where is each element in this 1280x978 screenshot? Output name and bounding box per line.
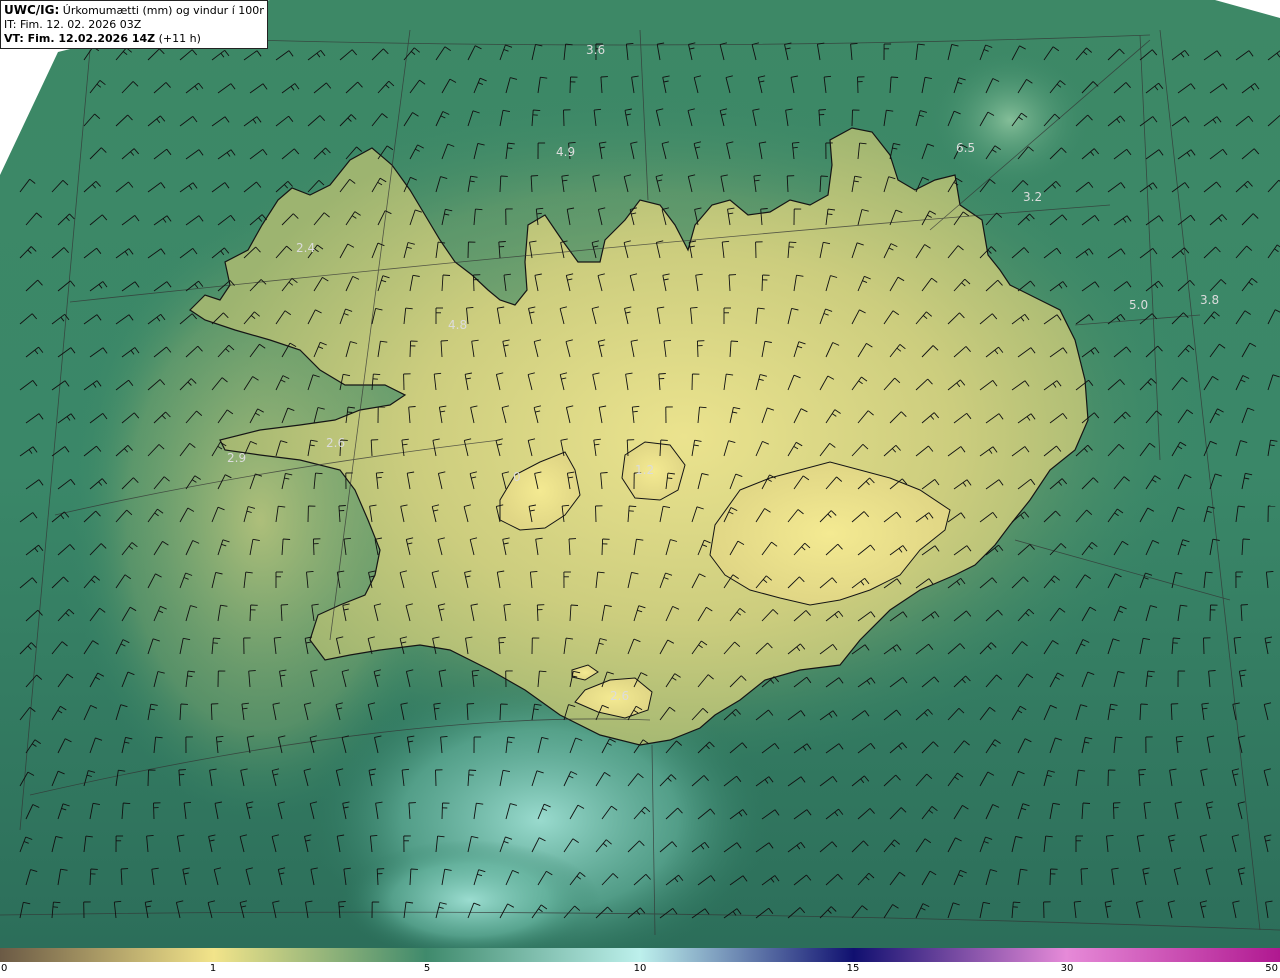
wind-barb-feather — [539, 670, 547, 673]
wind-barb — [563, 109, 565, 127]
contour-label: 2.6 — [326, 436, 345, 450]
colorbar-tick: 5 — [423, 963, 431, 974]
wind-barb-feather — [442, 274, 451, 276]
valid-time: VT: Fim. 12.02.2026 14Z — [4, 32, 156, 45]
map-title-box: UWC/IG: Úrkomumætti (mm) og vindur í 100… — [0, 0, 268, 49]
map-title: Úrkomumætti (mm) og vindur í 100m hæð — [62, 4, 264, 17]
wind-barb — [569, 76, 571, 94]
wind-barb-feather — [472, 674, 478, 677]
wind-barb-feather — [507, 741, 513, 743]
wind-barb-feather — [248, 670, 256, 672]
wind-barb-feather — [1173, 637, 1181, 640]
colorbar-tick: 0 — [1, 963, 8, 974]
model-label: UWC/IG: — [4, 3, 60, 17]
wind-barb-feather — [123, 802, 131, 805]
wind-barb-feather — [760, 208, 768, 210]
wind-barb-feather — [213, 637, 221, 640]
contour-label: 5.0 — [1129, 298, 1148, 312]
wind-barb — [1112, 802, 1115, 820]
wind-barb-feather — [789, 241, 797, 244]
wind-barb-feather — [212, 642, 218, 644]
wind-barb-feather — [315, 472, 323, 475]
contour-label: 3.6 — [586, 43, 605, 57]
wind-barb — [1049, 868, 1052, 886]
wind-barb — [601, 538, 604, 556]
wind-barb — [696, 340, 699, 358]
colorbar — [0, 948, 1280, 962]
wind-barb-feather — [187, 675, 193, 677]
wind-barb-feather — [373, 373, 381, 376]
precipitation-map: 3.6 4.9 6.5 3.2 2.4 4.8 5.0 3.8 2.9 2.6 … — [0, 0, 1280, 948]
contour-label: 4.8 — [448, 318, 467, 332]
wind-barb — [1203, 637, 1205, 655]
wind-barb-feather — [1115, 736, 1123, 739]
wind-barb-feather — [667, 477, 673, 479]
wind-barb-feather — [475, 208, 483, 211]
sea-light-north — [930, 50, 1090, 190]
colorbar-ticks: 0 1 5 10 15 30 50 — [0, 962, 1280, 978]
wind-barb — [409, 340, 412, 358]
contour-label: 2.6 — [610, 689, 629, 703]
wind-barb-feather — [347, 411, 353, 413]
wind-barb-feather — [600, 472, 608, 474]
wind-barb-feather — [827, 213, 833, 215]
wind-barb-feather — [891, 76, 899, 78]
wind-barb-feather — [731, 340, 739, 342]
wind-barb-feather — [699, 406, 707, 409]
colorbar-tick: 30 — [1060, 963, 1074, 974]
colorbar-tick: 1 — [209, 963, 217, 974]
contour-label: 3.8 — [1200, 293, 1219, 307]
wind-barb-feather — [658, 373, 666, 375]
wind-barb — [761, 274, 764, 292]
wind-barb-feather — [1138, 769, 1146, 771]
contour-label: 0 — [513, 470, 521, 484]
wind-barb-feather — [536, 212, 542, 215]
colorbar-tick: 15 — [846, 963, 860, 974]
wind-barb — [435, 769, 437, 787]
wind-barb-feather — [1147, 675, 1153, 677]
contour-label: 2.9 — [227, 451, 246, 465]
wind-barb-feather — [408, 406, 416, 408]
contour-label: 6.5 — [956, 141, 975, 155]
wind-barb-feather — [792, 146, 798, 149]
wind-barb-feather — [216, 740, 222, 743]
wind-barb-feather — [498, 637, 506, 639]
contour-label: 4.9 — [556, 145, 575, 159]
wind-barb-feather — [629, 505, 637, 508]
init-time: IT: Fim. 12. 02. 2026 03Z — [4, 18, 142, 31]
wind-barb — [851, 109, 853, 127]
wind-barb-feather — [1082, 802, 1091, 804]
wind-barb — [1209, 604, 1211, 622]
contour-label: 1.2 — [635, 463, 654, 477]
wind-barb-feather — [1013, 901, 1021, 904]
wind-barb — [472, 274, 475, 292]
forecast-offset: (+11 h) — [158, 32, 201, 45]
wind-barb — [153, 802, 155, 820]
wind-barb-feather — [53, 901, 61, 904]
wind-barb-feather — [533, 109, 541, 112]
contour-label: 2.4 — [296, 241, 315, 255]
wind-barb-feather — [283, 538, 291, 540]
wind-barb — [595, 505, 597, 523]
wind-barb-feather — [570, 604, 579, 606]
wind-barb-feather — [376, 476, 382, 479]
wind-barb — [441, 802, 443, 820]
wind-barb-feather — [632, 410, 638, 413]
wind-barb — [312, 538, 315, 556]
wind-barb-feather — [1176, 740, 1182, 743]
wind-barb-feather — [507, 147, 513, 149]
wind-barb-feather — [469, 769, 477, 771]
wind-barb-feather — [338, 505, 346, 507]
weather-map: 3.6 4.9 6.5 3.2 2.4 4.8 5.0 3.8 2.9 2.6 … — [0, 0, 1280, 978]
wind-barb-feather — [338, 901, 346, 903]
wind-barb — [857, 76, 859, 94]
colorbar-tick: 10 — [633, 963, 647, 974]
wind-barb — [147, 769, 149, 787]
colorbar-tick: 50 — [1265, 963, 1278, 974]
wind-barb-feather — [52, 906, 59, 908]
wind-barb-feather — [1208, 670, 1216, 672]
wind-barb-feather — [498, 241, 506, 243]
contour-label: 3.2 — [1023, 190, 1042, 204]
